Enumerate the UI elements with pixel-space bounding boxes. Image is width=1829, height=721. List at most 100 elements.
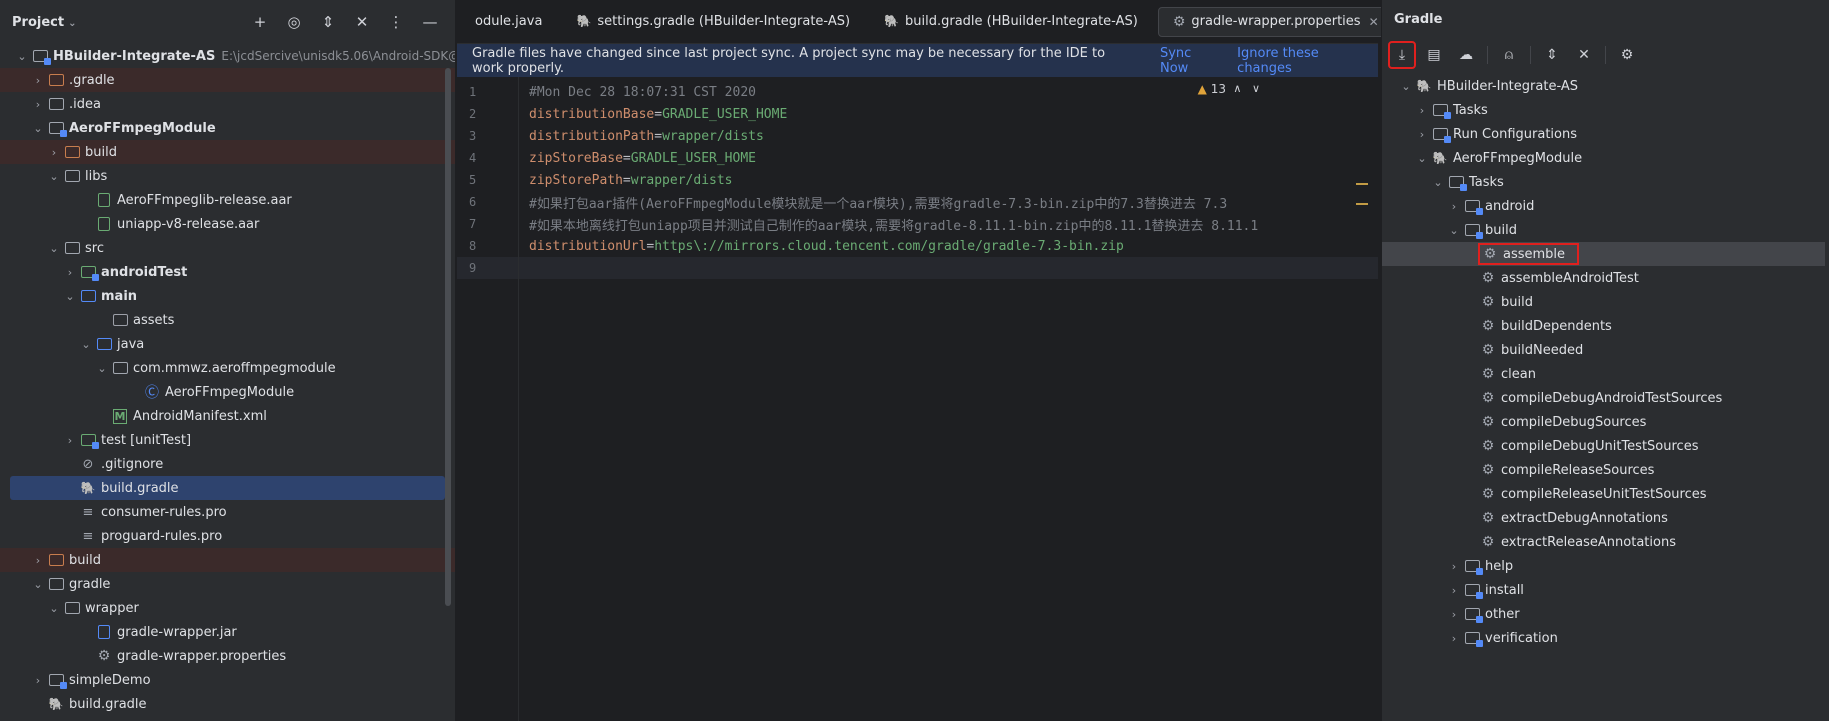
chevron-down-icon[interactable]: ⌄ xyxy=(30,122,46,135)
gradle-task-item[interactable]: ⚙ buildNeeded xyxy=(1382,338,1829,362)
chevron-down-icon[interactable]: ⌄ xyxy=(1398,80,1414,93)
gradle-task-item[interactable]: ⚙ compileReleaseUnitTestSources xyxy=(1382,482,1829,506)
project-tree-item[interactable]: 🐘 build.gradle xyxy=(0,692,455,716)
project-tree-item[interactable]: ⌄ AeroFFmpegModule xyxy=(0,116,455,140)
chevron-right-icon[interactable]: › xyxy=(1446,584,1462,597)
project-tree-item[interactable]: ⌄ java xyxy=(0,332,455,356)
highlighted-task[interactable]: ⚙ assemble xyxy=(1478,243,1580,265)
code-line[interactable]: 3 distributionPath=wrapper/dists xyxy=(457,125,1378,147)
gradle-tree-node[interactable]: ⌄ build xyxy=(1382,218,1829,242)
project-view-selector[interactable]: Project ⌄ xyxy=(12,15,76,30)
chevron-right-icon[interactable]: › xyxy=(62,434,78,447)
project-tree-item[interactable]: ⌄ libs xyxy=(0,164,455,188)
project-tree-item[interactable]: ⌄ src xyxy=(0,236,455,260)
project-tree-item[interactable]: ⊘ .gitignore xyxy=(0,452,455,476)
chevron-right-icon[interactable]: › xyxy=(62,266,78,279)
code-line[interactable]: 7 #如果本地离线打包uniapp项目并测试自己制作的aar模块,需要将gradl… xyxy=(457,213,1378,235)
chevron-right-icon[interactable]: › xyxy=(30,674,46,687)
sync-now-link[interactable]: Sync Now xyxy=(1160,46,1217,76)
project-tree-item[interactable]: ≡ consumer-rules.pro xyxy=(0,500,455,524)
more-options-icon[interactable]: ⋮ xyxy=(383,9,409,35)
editor-tab[interactable]: 🐘 settings.gradle (HBuilder-Integrate-AS) xyxy=(562,7,864,37)
gradle-task-item[interactable]: ⚙ compileDebugSources xyxy=(1382,410,1829,434)
editor-tab[interactable]: 🐘 build.gradle (HBuilder-Integrate-AS) xyxy=(870,7,1152,37)
gradle-task-item[interactable]: ⚙ compileReleaseSources xyxy=(1382,458,1829,482)
chevron-right-icon[interactable]: › xyxy=(1446,200,1462,213)
project-tree-item[interactable]: › build xyxy=(0,140,455,164)
chevron-down-icon[interactable]: ⌄ xyxy=(46,170,62,183)
gradle-tree-node[interactable]: ⌄ Tasks xyxy=(1382,170,1829,194)
chevron-right-icon[interactable]: › xyxy=(1446,608,1462,621)
gradle-task-item[interactable]: ⚙ assemble xyxy=(1382,242,1825,266)
project-tree-item[interactable]: 🐘 build.gradle xyxy=(10,476,445,500)
code-area[interactable]: 1 #Mon Dec 28 18:07:31 CST 2020 2 distribut… xyxy=(457,77,1378,721)
code-line[interactable]: 8 distributionUrl=https\://mirrors.cloud.… xyxy=(457,235,1378,257)
sync-gradle-download-icon[interactable]: ⤓ xyxy=(1388,41,1416,69)
project-tree-item[interactable]: ⌄ main xyxy=(0,284,455,308)
collapse-all-icon[interactable]: ✕ xyxy=(1570,41,1598,69)
gradle-tree-node[interactable]: › install xyxy=(1382,578,1829,602)
warning-stripe-marker[interactable] xyxy=(1356,203,1368,205)
project-tree-item[interactable]: AeroFFmpeglib-release.aar xyxy=(0,188,455,212)
project-tree-item[interactable]: ⌄ gradle xyxy=(0,572,455,596)
gradle-tree-node[interactable]: › android xyxy=(1382,194,1829,218)
chevron-right-icon[interactable]: › xyxy=(30,554,46,567)
code-line[interactable]: 6 #如果打包aar插件(AeroFFmpegModule模块就是一个aar模块)… xyxy=(457,191,1378,213)
project-tree-item[interactable]: ≡ proguard-rules.pro xyxy=(0,524,455,548)
project-tree-item[interactable]: ⌄ wrapper xyxy=(0,596,455,620)
previous-warning-icon[interactable]: ∧ xyxy=(1233,82,1241,95)
project-tree-item[interactable]: › build xyxy=(0,548,455,572)
hide-panel-icon[interactable]: — xyxy=(417,9,443,35)
collapse-all-icon[interactable]: ✕ xyxy=(349,9,375,35)
project-tree-item[interactable]: ⚙ gradle-wrapper.properties xyxy=(0,644,455,668)
chevron-right-icon[interactable]: › xyxy=(30,98,46,111)
code-line[interactable]: 2 distributionBase=GRADLE_USER_HOME xyxy=(457,103,1378,125)
project-tree-item[interactable]: › .idea xyxy=(0,92,455,116)
add-icon[interactable]: + xyxy=(247,9,273,35)
chevron-down-icon[interactable]: ⌄ xyxy=(30,578,46,591)
gradle-tree-node[interactable]: › other xyxy=(1382,602,1829,626)
chevron-down-icon[interactable]: ⌄ xyxy=(1430,176,1446,189)
chevron-right-icon[interactable]: › xyxy=(1414,128,1430,141)
gradle-task-item[interactable]: ⚙ build xyxy=(1382,290,1829,314)
project-scrollbar[interactable] xyxy=(445,68,451,606)
chevron-right-icon[interactable]: › xyxy=(1414,104,1430,117)
chevron-down-icon[interactable]: ⌄ xyxy=(14,50,30,63)
gradle-task-item[interactable]: ⚙ compileDebugAndroidTestSources xyxy=(1382,386,1829,410)
gradle-task-item[interactable]: ⚙ extractDebugAnnotations xyxy=(1382,506,1829,530)
chevron-right-icon[interactable]: › xyxy=(1446,560,1462,573)
warning-counter[interactable]: ▲ 13 xyxy=(1198,82,1226,96)
project-tree-item[interactable]: assets xyxy=(0,308,455,332)
editor-tab[interactable]: odule.java xyxy=(461,7,556,37)
project-tree-item[interactable]: Ⓒ AeroFFmpegModule xyxy=(0,380,455,404)
gradle-task-item[interactable]: ⚙ clean xyxy=(1382,362,1829,386)
gradle-tree-node[interactable]: › verification xyxy=(1382,626,1829,650)
gradle-task-item[interactable]: ⚙ buildDependents xyxy=(1382,314,1829,338)
locate-icon[interactable]: ◎ xyxy=(281,9,307,35)
project-tree-item[interactable]: › test [unitTest] xyxy=(0,428,455,452)
project-tree-item[interactable]: › simpleDemo xyxy=(0,668,455,692)
ignore-changes-link[interactable]: Ignore these changes xyxy=(1237,46,1363,76)
expand-all-icon[interactable]: ⇕ xyxy=(315,9,341,35)
offline-mode-cloud-icon[interactable]: ☁ xyxy=(1452,41,1480,69)
expand-all-icon[interactable]: ⇕ xyxy=(1538,41,1566,69)
gradle-tree-node[interactable]: ⌄ 🐘 AeroFFmpegModule xyxy=(1382,146,1829,170)
gradle-settings-gear-icon[interactable]: ⚙ xyxy=(1613,41,1641,69)
gradle-tree-node[interactable]: › Tasks xyxy=(1382,98,1829,122)
next-warning-icon[interactable]: ∨ xyxy=(1252,82,1260,95)
project-tree-item[interactable]: uniapp-v8-release.aar xyxy=(0,212,455,236)
chevron-down-icon[interactable]: ⌄ xyxy=(62,290,78,303)
project-tree-item[interactable]: › androidTest xyxy=(0,260,455,284)
chevron-down-icon[interactable]: ⌄ xyxy=(1414,152,1430,165)
attach-project-icon[interactable]: ▤ xyxy=(1420,41,1448,69)
chevron-down-icon[interactable]: ⌄ xyxy=(46,602,62,615)
chevron-down-icon[interactable]: ⌄ xyxy=(78,338,94,351)
code-line[interactable]: 4 zipStoreBase=GRADLE_USER_HOME xyxy=(457,147,1378,169)
gradle-tree-node[interactable]: ⌄ 🐘 HBuilder-Integrate-AS xyxy=(1382,74,1829,98)
gradle-task-item[interactable]: ⚙ extractReleaseAnnotations xyxy=(1382,530,1829,554)
chevron-right-icon[interactable]: › xyxy=(1446,632,1462,645)
gradle-task-item[interactable]: ⚙ compileDebugUnitTestSources xyxy=(1382,434,1829,458)
gradle-tree-node[interactable]: › help xyxy=(1382,554,1829,578)
editor-tab[interactable]: ⚙ gradle-wrapper.properties ✕ xyxy=(1157,6,1394,37)
project-tree-item[interactable]: ⌄ HBuilder-Integrate-AS E:\jcdSercive\unis… xyxy=(0,44,455,68)
